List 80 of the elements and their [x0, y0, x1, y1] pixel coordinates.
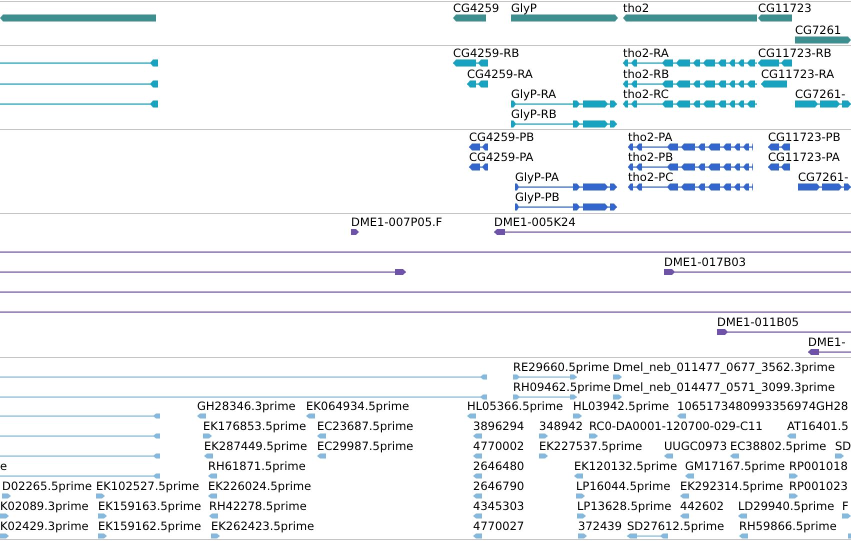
feature-label: CG11723-PB [768, 130, 840, 144]
feature-label: AT16401.5 [787, 419, 849, 433]
feature-label: DME1- [808, 335, 846, 349]
feature-label: RE29660.5prime [513, 360, 610, 374]
feature-label: RH09462.5prime [513, 380, 611, 394]
feature-label: GlyP [511, 1, 537, 15]
feature-label: 4345303 [473, 499, 524, 513]
feature-label: CG11723-PA [768, 150, 840, 164]
feature-label: EC29987.5prime [317, 439, 414, 453]
feature-label: 372439 [578, 519, 622, 533]
feature-label: 442602 [680, 499, 724, 513]
feature-label: F [842, 499, 849, 513]
feature-label: SD [835, 439, 851, 453]
feature-label: EK227537.5prime [539, 439, 642, 453]
feature-label: EC23687.5prime [317, 419, 414, 433]
feature-label: tho2 [623, 1, 650, 15]
feature-label: UUGC0973 [664, 439, 728, 453]
feature-label: 348942 [539, 419, 583, 433]
feature-label: EK159163.5prime [98, 499, 202, 513]
feature-label: tho2-RA [623, 46, 669, 60]
feature-label: EK102527.5prime [96, 479, 200, 493]
feature-label: LP13628.5prime [577, 499, 672, 513]
feature-label: EK292314.5prime [680, 479, 784, 493]
feature-label: 4770002 [473, 439, 524, 453]
feature-label: RH61871.5prime [208, 459, 306, 473]
feature-label: K02429.3prime [0, 519, 89, 533]
feature-label: DME1-007P05.F [351, 215, 442, 229]
feature-label: GH28346.3prime [197, 399, 296, 413]
feature-label: EK064934.5prime [306, 399, 410, 413]
feature-label: EK176853.5prime [203, 419, 306, 433]
feature-label: CG4259-PB [469, 130, 534, 144]
feature-label: K02089.3prime [0, 499, 89, 513]
feature-label: CG11723 [758, 1, 812, 15]
feature-label: 4770027 [473, 519, 524, 533]
feature-label: tho2-RC [623, 87, 669, 101]
feature-label: tho2-RB [623, 67, 670, 81]
feature-label: GlyP-RB [511, 107, 557, 121]
feature-label: LP16044.5prime [576, 479, 670, 493]
feature-label: SD27612.5prime [627, 519, 724, 533]
feature-label: EK120132.5prime [574, 459, 678, 473]
feature-label: CG11723-RB [758, 46, 832, 60]
feature-label: Dmel_neb_011477_0677_3562.3prime [613, 360, 835, 374]
feature-label: CG4259-PA [469, 150, 534, 164]
feature-label: tho2-PC [628, 170, 674, 184]
feature-label: GM17167.5prime [685, 459, 785, 473]
feature-label: tho2-PA [628, 130, 672, 144]
feature-label: EC38802.5prime [730, 439, 826, 453]
feature-label: EK262423.5prime [211, 519, 314, 533]
feature-label: RH42278.5prime [209, 499, 307, 513]
feature-label: CG4259 [453, 1, 500, 15]
feature-label: HL05366.5prime [467, 399, 564, 413]
feature-label: GlyP-RA [511, 87, 556, 101]
feature-label: DME1-017B03 [664, 255, 746, 269]
feature-label: RP001023 [789, 479, 848, 493]
feature-label: RC0-DA0001-120700-029-C11 [589, 419, 763, 433]
feature-label: CG4259-RB [453, 46, 520, 60]
feature-label: EK287449.5prime [204, 439, 308, 453]
feature-label: 2646480 [473, 459, 524, 473]
feature-label: CG7261- [795, 87, 846, 101]
feature-label: 2646790 [473, 479, 524, 493]
feature-label: DME1-011B05 [717, 315, 799, 329]
feature-label: EK226024.5prime [208, 479, 312, 493]
feature-label: e [0, 459, 8, 473]
feature-label: RP001018 [789, 459, 848, 473]
feature-label: CG4259-RA [467, 67, 533, 81]
feature-label: GlyP-PB [515, 190, 560, 204]
feature-label: HL03942.5prime [573, 399, 670, 413]
feature-label: EK159162.5prime [98, 519, 202, 533]
feature-label: CG7261 [795, 23, 842, 37]
feature-label: CG7261- [798, 170, 848, 184]
feature-label: 1065173480993356974GH28 [677, 399, 848, 413]
feature-label: tho2-PB [628, 150, 674, 164]
feature-label: 3896294 [473, 419, 524, 433]
feature-label: D02265.5prime [2, 479, 92, 493]
feature-label: LD29940.5prime [738, 499, 834, 513]
feature-label: GlyP-PA [515, 170, 559, 184]
feature-label: DME1-005K24 [494, 215, 576, 229]
feature-label: CG11723-RA [761, 67, 834, 81]
feature-label: Dmel_neb_014477_0571_3099.3prime [613, 380, 835, 394]
feature-label: RH59866.5prime [739, 519, 837, 533]
